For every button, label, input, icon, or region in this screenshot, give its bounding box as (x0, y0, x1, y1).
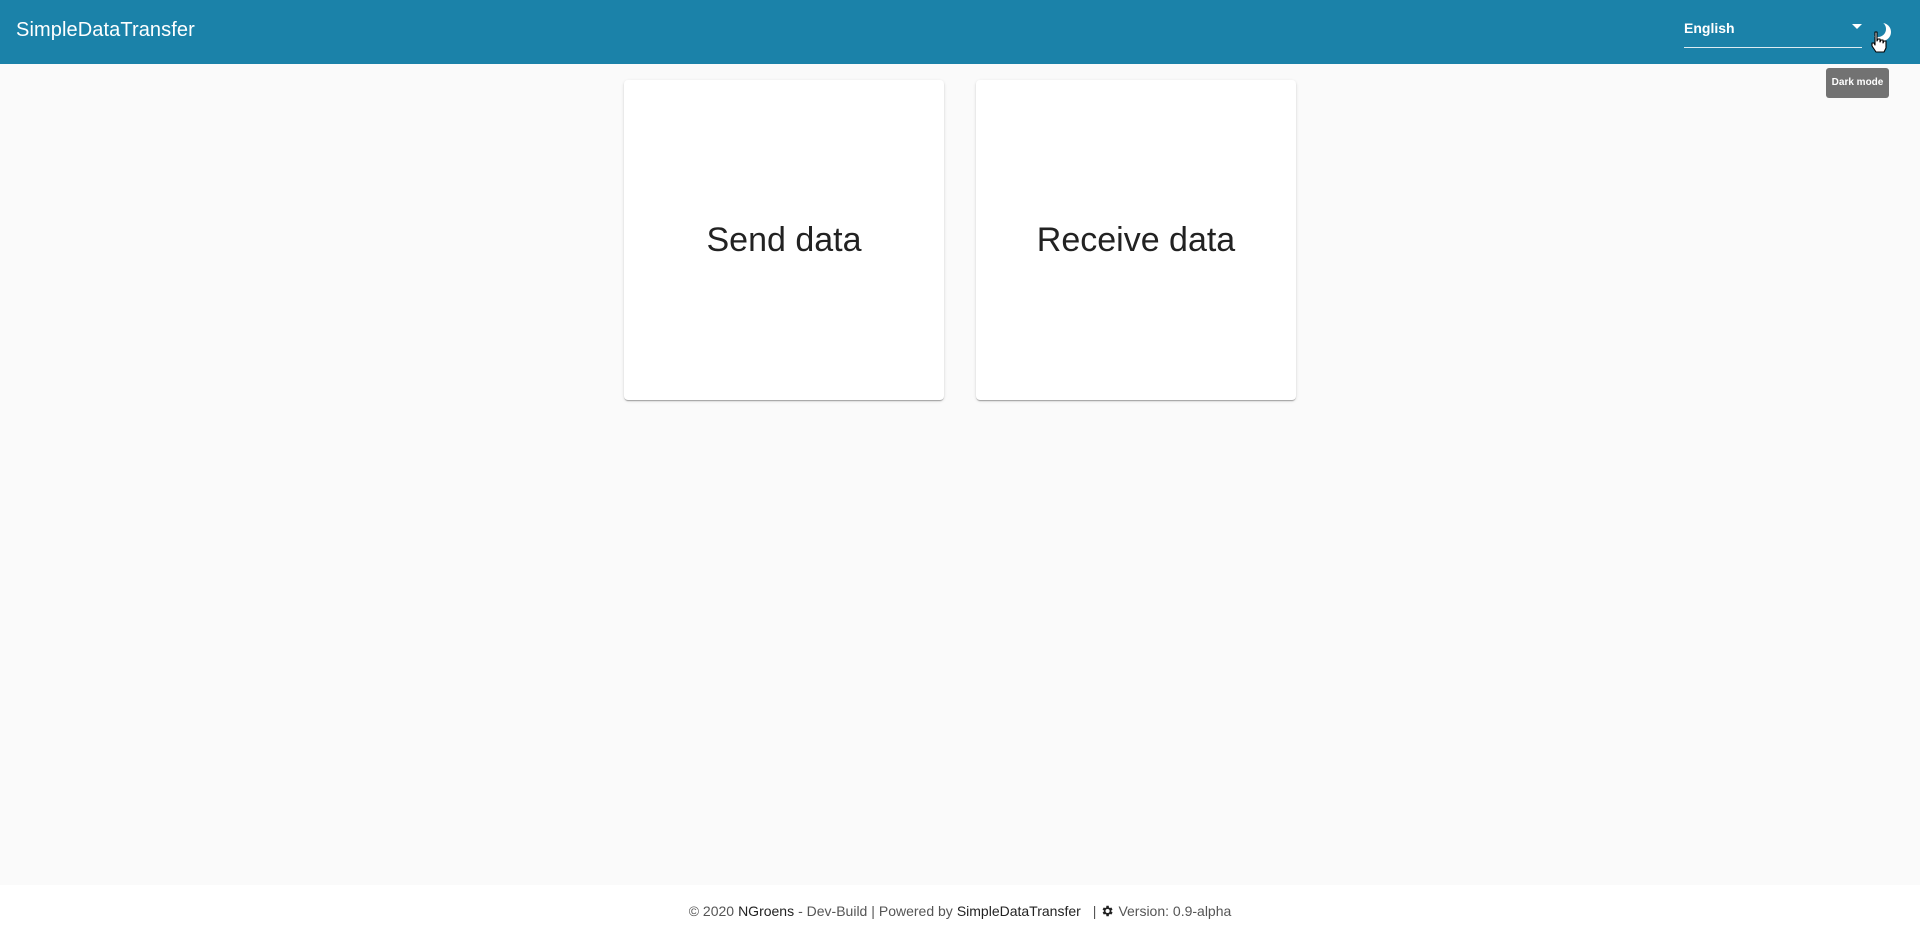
footer-divider: | (1092, 903, 1097, 919)
receive-data-card[interactable]: Receive data (976, 80, 1296, 400)
app-title[interactable]: SimpleDataTransfer (16, 19, 195, 42)
footer: © 2020 NGroens - Dev-Build | Powered by … (0, 885, 1920, 937)
hand-pointer-cursor-icon (1871, 31, 1887, 53)
language-select[interactable]: English (1684, 16, 1862, 48)
footer-project-link[interactable]: SimpleDataTransfer (957, 903, 1081, 919)
dark-mode-tooltip: Dark mode (1826, 68, 1889, 98)
footer-build: - Dev-Build | (798, 903, 875, 919)
language-select-value: English (1684, 20, 1735, 36)
footer-copyright: © 2020 (688, 903, 735, 919)
gear-icon (1103, 905, 1114, 917)
receive-data-label: Receive data (1036, 220, 1236, 259)
send-data-card[interactable]: Send data (624, 80, 944, 400)
footer-powered-by: Powered by (878, 903, 953, 919)
footer-version: Version: 0.9-alpha (1118, 903, 1232, 919)
footer-author-link[interactable]: NGroens (738, 903, 794, 919)
app-root: SimpleDataTransfer English Dark mode Sen… (0, 0, 1920, 937)
dropdown-arrow-icon (1852, 24, 1862, 29)
send-data-label: Send data (706, 220, 862, 259)
top-app-bar: SimpleDataTransfer English (0, 0, 1920, 64)
